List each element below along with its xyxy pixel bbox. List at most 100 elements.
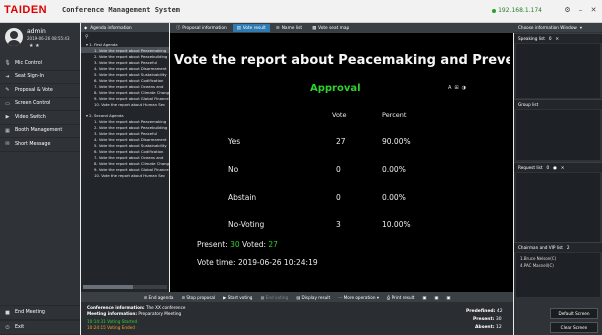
agenda-item[interactable]: 10. Vote the report about Human Sec: [81, 101, 169, 107]
more-operation-button[interactable]: ⋯ More operation ▾: [338, 295, 379, 300]
vote-column-header: Vote: [332, 111, 347, 119]
result-label: No-Voting: [228, 220, 265, 229]
agenda-item[interactable]: 5. Vote the report about Sustainability: [81, 142, 169, 148]
agenda-item[interactable]: 7. Vote the report about Oceans and: [81, 154, 169, 160]
filter-icon[interactable]: ⚲: [85, 34, 89, 40]
tab-vote-seat-map[interactable]: ▦ Vote seat map: [308, 24, 353, 32]
result-label: Abstain: [228, 193, 257, 202]
result-vote: 27: [336, 137, 346, 146]
sidebar-item-short-message[interactable]: ✉ Short Message: [0, 138, 80, 152]
horizontal-scrollbar[interactable]: [83, 285, 167, 289]
seat-map-icon: ▦: [312, 25, 317, 31]
predefined-stat: Predefined: 42: [466, 309, 503, 314]
agenda-item[interactable]: 4. Vote the report about Disarmament: [81, 136, 169, 142]
button-label: Start voting: [227, 294, 253, 300]
settings-icon[interactable]: ⚙: [563, 5, 572, 14]
grid-icon[interactable]: ▣: [434, 295, 438, 300]
agenda-item[interactable]: 8. Vote the report about Climate Change: [81, 160, 169, 166]
tab-vote-result[interactable]: ▤ Vote result: [232, 24, 270, 32]
agenda-item[interactable]: 9. Vote the report about Global Finance: [81, 166, 169, 172]
clear-screen-button[interactable]: Clear Screen: [550, 322, 598, 333]
user-panel: admin 2019-06-26 08:55:43 ★ ★: [0, 23, 80, 55]
present-stat-label: Present:: [473, 317, 495, 322]
agenda-item[interactable]: 2. Vote the report about Peacebuilding: [81, 124, 169, 130]
window-selector-label: Choose information Window: [518, 25, 577, 30]
speaking-list-count: 0: [548, 36, 552, 41]
ip-address: 192.168.1.174: [498, 7, 542, 14]
sidebar-item-proposal-vote[interactable]: ✎ Proposal & Vote: [0, 84, 80, 98]
exit-button[interactable]: ⏻ Exit: [0, 320, 80, 335]
speaking-list-header: Speaking list 0 ✕: [514, 33, 602, 43]
button-label: More operation: [343, 294, 376, 300]
agenda-item[interactable]: 3. Vote the report about Peaceful: [81, 130, 169, 136]
agenda-item[interactable]: 10. Vote the report about Human Sec: [81, 172, 169, 178]
agenda-item[interactable]: 1. Vote the report about Peacemaking: [81, 118, 169, 124]
screen-icon[interactable]: ▣: [422, 295, 426, 300]
predefined-value: 42: [496, 309, 503, 314]
agenda-item[interactable]: 2. Vote the report about Peacebuilding: [81, 53, 169, 59]
meeting-value: Preparatory Meeting: [138, 311, 182, 316]
remove-icon[interactable]: ✕: [561, 165, 565, 170]
request-list-label: Request list: [518, 165, 543, 170]
agenda-item[interactable]: 7. Vote the report about Oceans and: [81, 83, 169, 89]
result-vote: 0: [336, 193, 341, 202]
end-voting-button[interactable]: ■ End voting: [260, 295, 288, 300]
tab-label: Vote result: [242, 25, 266, 31]
login-date: 2019-06-26 08:55:43: [27, 36, 70, 41]
end-icon: ■: [5, 309, 10, 316]
chevron-down-icon: ▾: [579, 25, 582, 30]
sidebar-nav: 🎙 Mic Control ➜ Seat Sign-In ✎ Proposal …: [0, 57, 80, 152]
list-item[interactable]: 4.PAC Masnell(C): [520, 263, 554, 268]
agenda-item[interactable]: 8. Vote the report about Climate Change: [81, 89, 169, 95]
left-sidebar: admin 2019-06-26 08:55:43 ★ ★ 🎙 Mic Cont…: [0, 23, 80, 335]
agenda-item[interactable]: 6. Vote the report about Codification: [81, 77, 169, 83]
agenda-item[interactable]: 6. Vote the report about Codification: [81, 148, 169, 154]
font-size-icon[interactable]: A: [448, 85, 451, 91]
predefined-label: Predefined:: [466, 309, 496, 314]
connection-dot-icon: [492, 8, 497, 13]
vote-icon: ✎: [5, 87, 10, 94]
tab-proposal-information[interactable]: ⓘ Proposal information: [172, 24, 231, 32]
add-icon[interactable]: ●: [553, 165, 557, 170]
attendance-summary: Present: 30 Voted: 27: [197, 240, 278, 249]
agenda-item[interactable]: 9. Vote the report about Global Finance: [81, 95, 169, 101]
chairman-list: 1.Bruce Nelson(C) 4.PAC Masnell(C): [516, 253, 600, 297]
tab-name-list[interactable]: ☰ Name list: [272, 24, 306, 32]
brand-logo: TAIDEN: [4, 4, 48, 16]
minimize-icon[interactable]: –: [576, 5, 585, 14]
right-panel: Choose information Window ▾ Speaking lis…: [514, 23, 602, 335]
chart-icon: ▤: [236, 25, 241, 31]
meeting-info: Meeting information: Preparatory Meeting: [87, 311, 181, 316]
button-label: Display result: [301, 294, 331, 300]
close-icon[interactable]: ✕: [589, 5, 598, 14]
end-meeting-button[interactable]: ■ End Meeting: [0, 305, 80, 320]
agenda-item[interactable]: 4. Vote the report about Disarmament: [81, 65, 169, 71]
sidebar-item-mic-control[interactable]: 🎙 Mic Control: [0, 57, 80, 71]
voted-label: Voted:: [242, 240, 266, 249]
info-window-selector[interactable]: Choose information Window ▾: [514, 23, 602, 32]
end-agenda-button[interactable]: ⊘ End agenda: [144, 295, 174, 300]
agenda-toolbar: ⚲: [81, 32, 169, 41]
sign-in-icon: ➜: [5, 73, 10, 80]
color-icon[interactable]: ◑: [462, 85, 466, 91]
agenda-item[interactable]: 1. Vote the report about Peacemaking: [81, 47, 169, 53]
tab-label: Proposal information: [182, 25, 227, 31]
network-status: 192.168.1.174: [492, 7, 542, 14]
default-screen-button[interactable]: Default Screen: [550, 308, 598, 319]
display-result-button[interactable]: ▤ Display result: [296, 295, 330, 300]
start-voting-button[interactable]: ▶ Start voting: [223, 295, 252, 300]
sidebar-item-video-switch[interactable]: ▶ Video Switch: [0, 111, 80, 125]
sidebar-item-booth-management[interactable]: ▦ Booth Management: [0, 125, 80, 138]
remove-icon[interactable]: ✕: [556, 36, 560, 41]
sidebar-item-screen-control[interactable]: ▭ Screen Control: [0, 98, 80, 111]
info-icon: ⓘ: [176, 26, 181, 31]
sidebar-item-seat-sign-in[interactable]: ➜ Seat Sign-In: [0, 71, 80, 84]
stop-proposal-button[interactable]: ⊘ Stop proposal: [181, 295, 215, 300]
agenda-item[interactable]: 3. Vote the report about Peaceful: [81, 59, 169, 65]
print-result-button[interactable]: ⎙ Print result: [387, 295, 415, 300]
grid-icon[interactable]: ⊞: [454, 85, 458, 91]
agenda-item[interactable]: 5. Vote the report about Sustainability: [81, 71, 169, 77]
exit-label: Exit: [15, 325, 25, 330]
layout-icon[interactable]: ▣: [446, 295, 450, 300]
list-item[interactable]: 1.Bruce Nelson(C): [520, 256, 556, 261]
